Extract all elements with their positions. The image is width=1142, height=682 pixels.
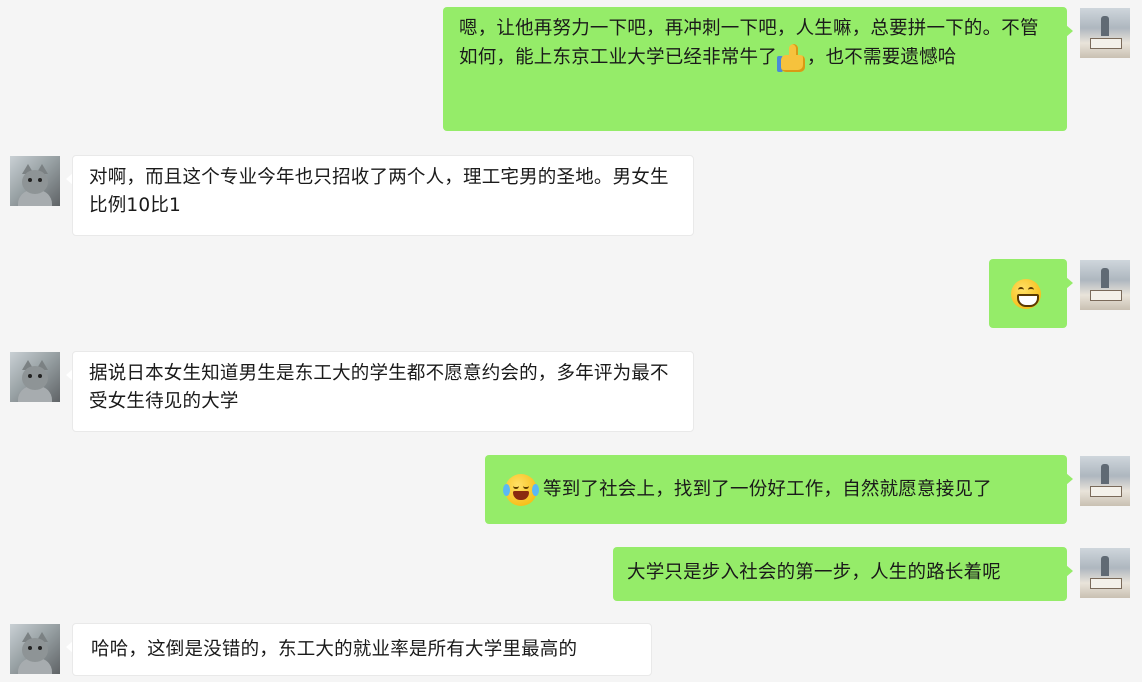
message-text: 等到了社会上，找到了一份好工作，自然就愿意接见了 bbox=[543, 479, 992, 500]
thumbs-up-icon bbox=[776, 43, 807, 73]
message-text: 对啊，而且这个专业今年也只招收了两个人，理工宅男的圣地。男女生比例10比1 bbox=[89, 167, 669, 216]
contact-avatar[interactable] bbox=[10, 352, 60, 402]
bubble-tail bbox=[1066, 277, 1073, 289]
message-bubble-4[interactable]: 据说日本女生知道男生是东工大的学生都不愿意约会的，多年评为最不受女生待见的大学 bbox=[72, 351, 694, 432]
contact-avatar[interactable] bbox=[10, 156, 60, 206]
message-text: 哈哈，这倒是没错的，东工大的就业率是所有大学里最高的 bbox=[91, 639, 578, 660]
message-bubble-3[interactable] bbox=[989, 259, 1067, 328]
message-bubble-6[interactable]: 大学只是步入社会的第一步，人生的路长着呢 bbox=[613, 547, 1067, 601]
my-avatar[interactable] bbox=[1080, 8, 1130, 58]
bubble-tail bbox=[1066, 565, 1073, 577]
message-text-after: ，也不需要遗憾哈 bbox=[806, 47, 957, 68]
message-bubble-1[interactable]: 嗯，让他再努力一下吧，再冲刺一下吧，人生嘛，总要拼一下的。不管如何，能上东京工业… bbox=[443, 7, 1067, 131]
tears-of-joy-icon bbox=[503, 474, 539, 506]
message-bubble-5[interactable]: 等到了社会上，找到了一份好工作，自然就愿意接见了 bbox=[485, 455, 1067, 524]
contact-avatar[interactable] bbox=[10, 624, 60, 674]
my-avatar[interactable] bbox=[1080, 260, 1130, 310]
message-bubble-7[interactable]: 哈哈，这倒是没错的，东工大的就业率是所有大学里最高的 bbox=[72, 623, 652, 676]
bubble-tail bbox=[1066, 473, 1073, 485]
message-text: 大学只是步入社会的第一步，人生的路长着呢 bbox=[627, 562, 1002, 583]
my-avatar[interactable] bbox=[1080, 456, 1130, 506]
my-avatar[interactable] bbox=[1080, 548, 1130, 598]
message-text: 据说日本女生知道男生是东工大的学生都不愿意约会的，多年评为最不受女生待见的大学 bbox=[89, 363, 669, 412]
grinning-face-icon bbox=[1011, 279, 1041, 309]
bubble-tail bbox=[1066, 25, 1073, 37]
message-bubble-2[interactable]: 对啊，而且这个专业今年也只招收了两个人，理工宅男的圣地。男女生比例10比1 bbox=[72, 155, 694, 236]
